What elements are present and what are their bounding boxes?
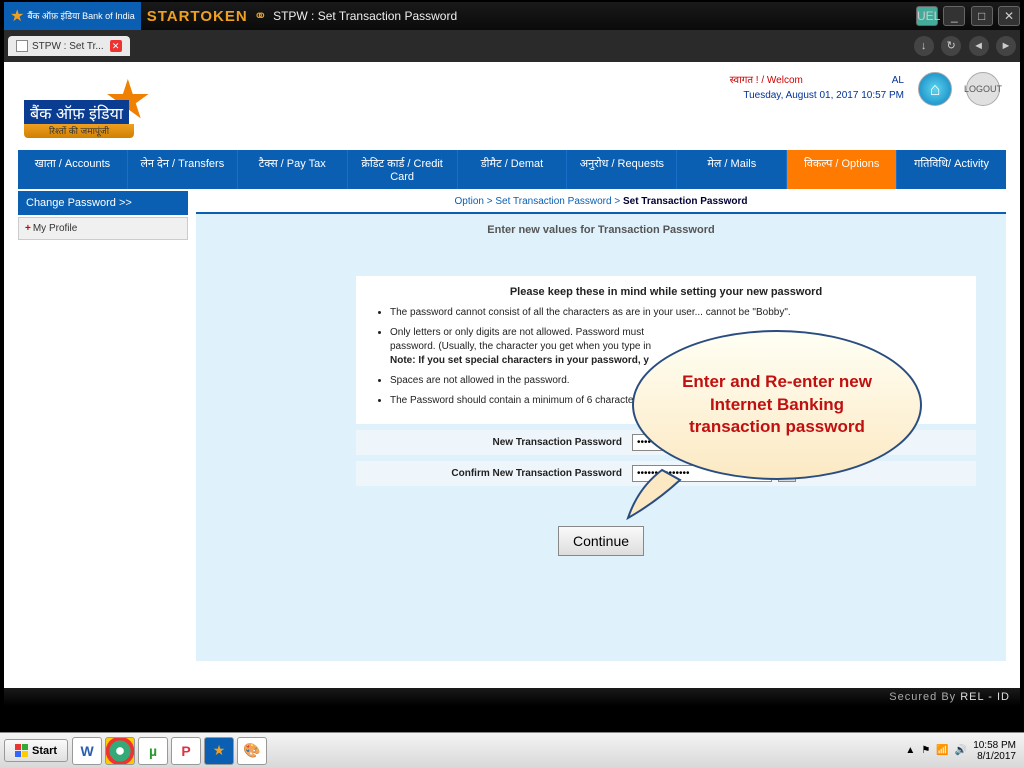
windows-flag-icon (15, 744, 28, 757)
annotation-callout: Enter and Re-enter new Internet Banking … (632, 330, 922, 480)
uel-button[interactable]: UEL (916, 6, 938, 26)
taskbar-boi-icon[interactable]: ★ (204, 737, 234, 765)
tray-expand-icon[interactable]: ▲ (905, 745, 915, 756)
startoken-brand: STARTOKEN (147, 8, 248, 25)
nav-forward-button[interactable]: ► (996, 36, 1016, 56)
nav-refresh-button[interactable]: ↻ (941, 36, 961, 56)
footer-secured: Secured By REL - ID (4, 688, 1020, 706)
browser-tab[interactable]: STPW : Set Tr... ✕ (8, 36, 130, 56)
nav-transfers[interactable]: लेन देन / Transfers (128, 150, 238, 189)
taskbar-chrome-icon[interactable] (105, 737, 135, 765)
nav-back-button[interactable]: ◄ (969, 36, 989, 56)
tray-clock[interactable]: 10:58 PM8/1/2017 (973, 740, 1016, 762)
nav-mails[interactable]: मेल / Mails (677, 150, 787, 189)
app-titlebar: ★बैंक ऑफ़ इंडिया Bank of India STARTOKEN… (4, 2, 1020, 30)
chain-icon: ⚭ (254, 6, 267, 26)
page-icon (16, 40, 28, 52)
browser-tabbar: STPW : Set Tr... ✕ ↓ ↻ ◄ ► (4, 30, 1020, 62)
nav-accounts[interactable]: खाता / Accounts (18, 150, 128, 189)
home-button[interactable]: ⌂ (918, 72, 952, 106)
boi-logo-small: ★बैंक ऑफ़ इंडिया Bank of India (4, 2, 141, 30)
nav-paytax[interactable]: टैक्स / Pay Tax (238, 150, 348, 189)
taskbar-powerpoint-icon[interactable]: P (171, 737, 201, 765)
nav-down-button[interactable]: ↓ (914, 36, 934, 56)
maximize-button[interactable]: □ (971, 6, 993, 26)
star-icon: ★ (10, 12, 24, 21)
bank-logo: ★ बैंक ऑफ़ इंडिया रिश्तों की जमापूंजी (24, 72, 154, 142)
tray-network-icon[interactable]: 📶 (936, 745, 948, 756)
minimize-button[interactable]: _ (943, 6, 965, 26)
bank-tagline: रिश्तों की जमापूंजी (24, 124, 134, 138)
datetime-label: Tuesday, August 01, 2017 10:57 PM (730, 90, 904, 101)
tray-flag-icon[interactable]: ⚑ (921, 745, 930, 756)
start-button[interactable]: Start (4, 739, 68, 762)
nav-requests[interactable]: अनुरोध / Requests (567, 150, 677, 189)
rule-item: The password cannot consist of all the c… (390, 306, 958, 320)
bank-name-hindi: बैंक ऑफ़ इंडिया (24, 100, 129, 126)
welcome-text: स्वागत ! / Welcom AL (730, 72, 904, 86)
nav-activity[interactable]: गतिविधि/ Activity (897, 150, 1006, 189)
nav-options[interactable]: विकल्प / Options (787, 150, 897, 189)
new-password-label: New Transaction Password (356, 437, 632, 448)
close-button[interactable]: ✕ (998, 6, 1020, 26)
taskbar-utorrent-icon[interactable]: µ (138, 737, 168, 765)
tab-close-icon[interactable]: ✕ (110, 40, 122, 52)
continue-button[interactable]: Continue (558, 526, 644, 556)
taskbar-paint-icon[interactable]: 🎨 (237, 737, 267, 765)
callout-text: Enter and Re-enter new Internet Banking … (662, 371, 892, 440)
callout-tail-icon (622, 464, 692, 524)
tab-label: STPW : Set Tr... (32, 41, 104, 52)
tray-volume-icon[interactable]: 🔊 (955, 745, 967, 756)
main-nav: खाता / Accounts लेन देन / Transfers टैक्… (18, 150, 1006, 189)
confirm-password-label: Confirm New Transaction Password (356, 468, 632, 479)
window-title: STPW : Set Transaction Password (273, 9, 914, 23)
rules-title: Please keep these in mind while setting … (374, 286, 958, 298)
taskbar-word-icon[interactable]: W (72, 737, 102, 765)
breadcrumb: Option > Set Transaction Password > Set … (196, 191, 1006, 214)
logout-button[interactable]: LOGOUT (966, 72, 1000, 106)
plus-icon: + (25, 223, 31, 234)
nav-creditcard[interactable]: क्रेडिट कार्ड / Credit Card (348, 150, 458, 189)
nav-demat[interactable]: डीमैट / Demat (458, 150, 568, 189)
sidebar-change-password[interactable]: Change Password >> (18, 191, 188, 215)
sidebar-my-profile[interactable]: +My Profile (18, 217, 188, 240)
windows-taskbar: Start W µ P ★ 🎨 ▲ ⚑ 📶 🔊 10:58 PM8/1/2017 (0, 732, 1024, 768)
instruction-text: Enter new values for Transaction Passwor… (196, 214, 1006, 246)
